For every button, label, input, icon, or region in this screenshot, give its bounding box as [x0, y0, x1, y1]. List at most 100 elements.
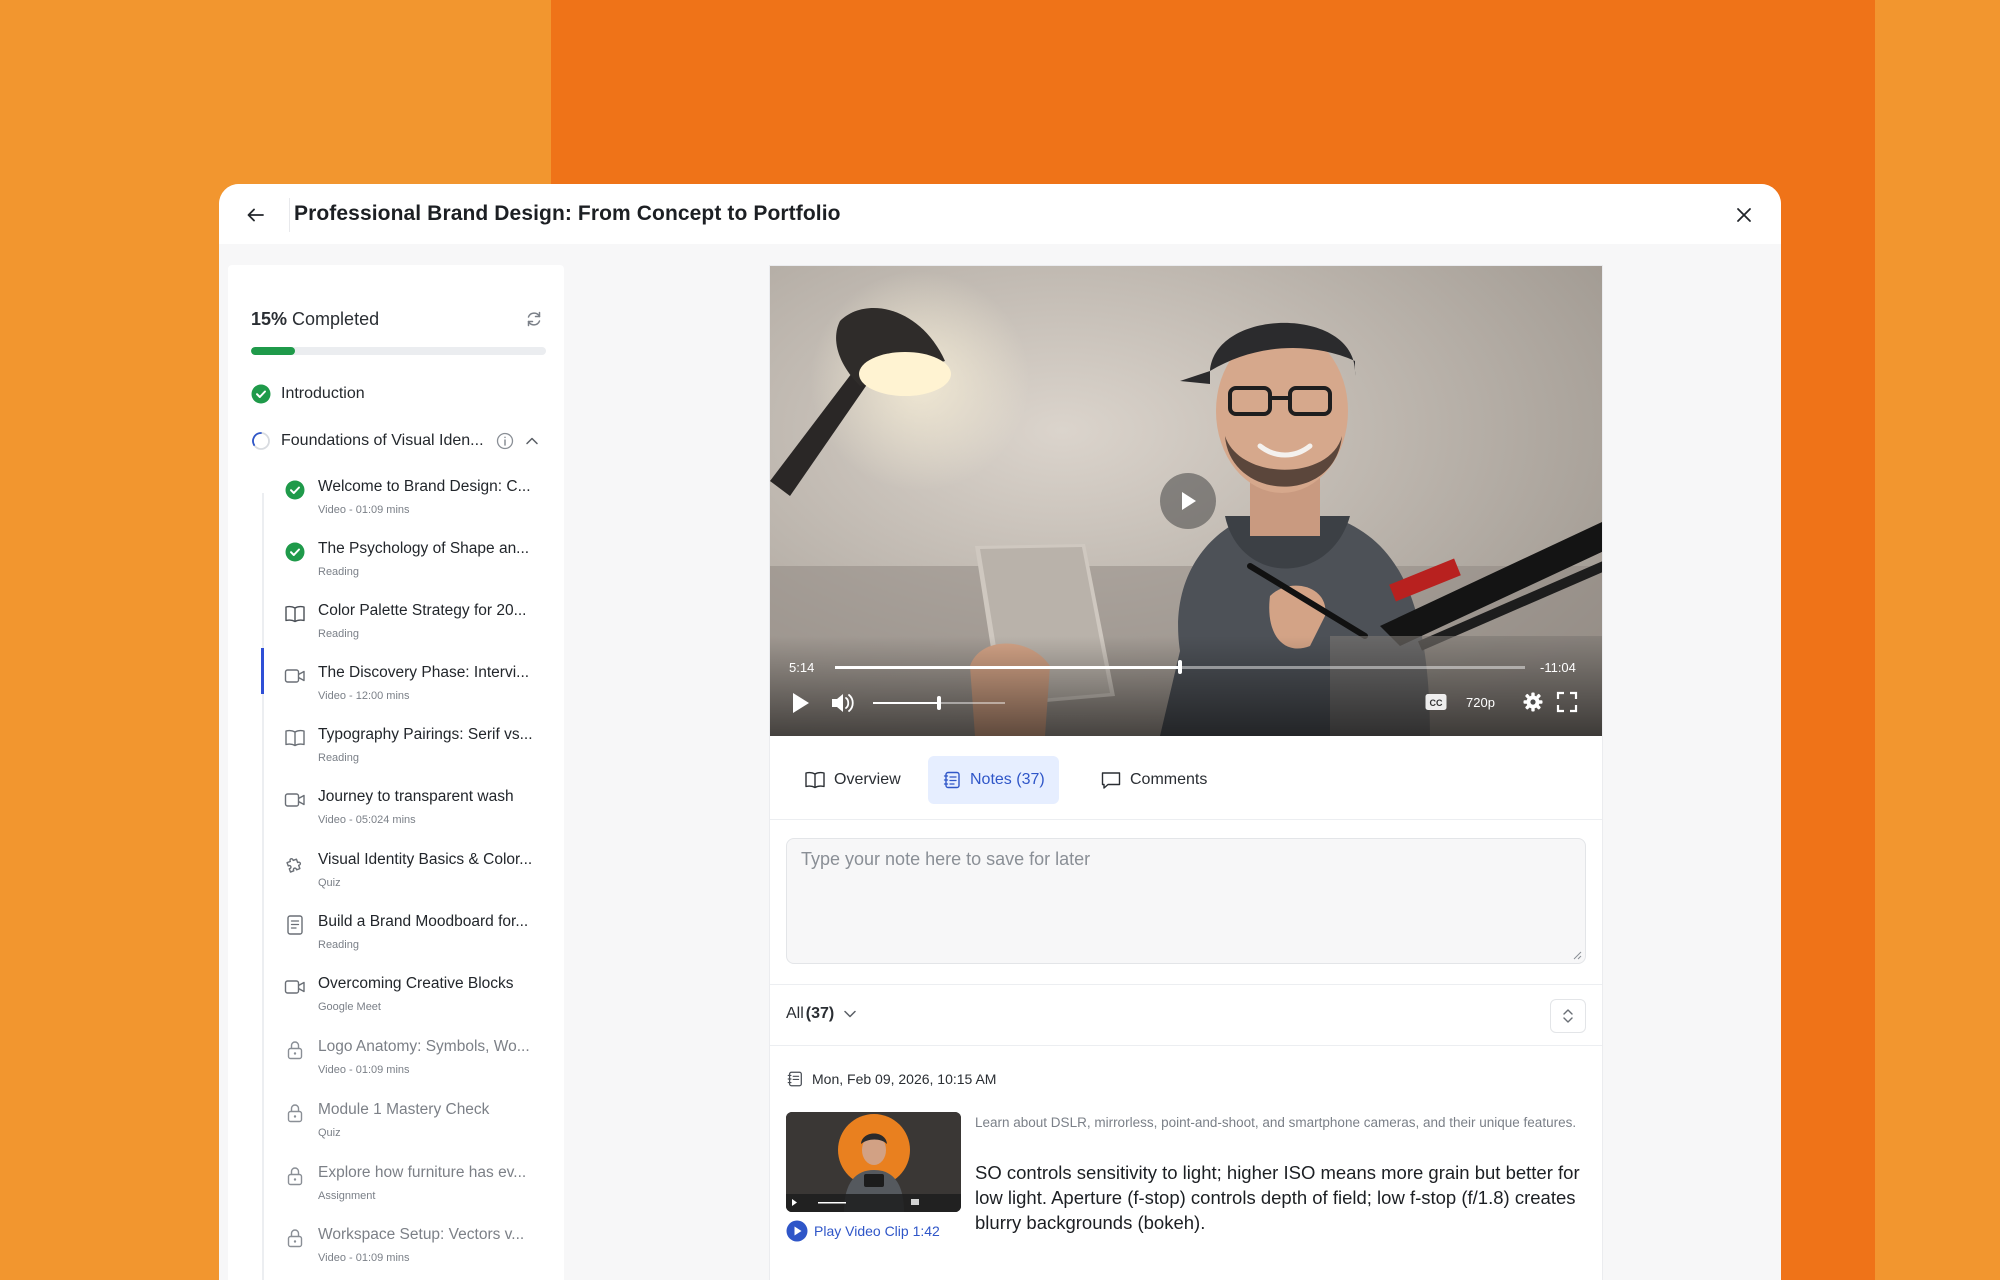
- resize-handle-icon[interactable]: [1572, 950, 1582, 960]
- lesson-meta: Google Meet: [318, 1001, 381, 1013]
- lock-icon: [287, 1229, 303, 1248]
- notes-filter-dropdown[interactable]: All (37): [786, 1005, 858, 1023]
- lesson-item[interactable]: The Psychology of Shape an... Reading: [284, 538, 554, 594]
- chevron-down-icon: [844, 1010, 856, 1018]
- note-video-thumbnail[interactable]: [786, 1112, 961, 1212]
- lesson-meta: Quiz: [318, 1127, 341, 1139]
- lesson-title: Logo Anatomy: Symbols, Wo...: [318, 1038, 530, 1055]
- back-button[interactable]: [241, 200, 271, 230]
- lesson-title: Welcome to Brand Design: C...: [318, 478, 531, 495]
- lesson-item-locked[interactable]: Workspace Setup: Vectors v... Video - 01…: [284, 1224, 554, 1280]
- book-icon: [285, 729, 305, 747]
- section-introduction[interactable]: Introduction: [251, 384, 365, 404]
- lesson-meta: Video - 01:09 mins: [318, 1252, 410, 1264]
- progress-ring-icon: [252, 432, 270, 450]
- page-title: Professional Brand Design: From Concept …: [294, 202, 841, 225]
- lesson-title: Typography Pairings: Serif vs...: [318, 726, 533, 743]
- fullscreen-icon: [1556, 691, 1578, 713]
- tab-notes[interactable]: Notes (37): [928, 756, 1059, 804]
- video-icon: [284, 669, 305, 683]
- lesson-item-locked[interactable]: Module 1 Mastery Check Quiz: [284, 1099, 554, 1155]
- fullscreen-button[interactable]: [1556, 691, 1578, 713]
- section-foundations[interactable]: Foundations of Visual Iden...: [251, 431, 540, 451]
- modal-body: 15% Completed Introduction Foundations o…: [219, 244, 1781, 1280]
- info-icon[interactable]: [496, 432, 514, 450]
- video-controls-gradient: [770, 636, 1602, 736]
- svg-text:CC: CC: [1430, 698, 1443, 708]
- video-play-button[interactable]: [789, 691, 811, 715]
- lock-icon: [287, 1104, 303, 1123]
- lesson-item[interactable]: Welcome to Brand Design: C... Video - 01…: [284, 476, 554, 532]
- video-seek-fill: [835, 666, 1180, 669]
- lesson-title: Overcoming Creative Blocks: [318, 975, 514, 992]
- course-modal: Professional Brand Design: From Concept …: [219, 184, 1781, 1280]
- progress-percent: 15%: [251, 309, 288, 329]
- lesson-title: Module 1 Mastery Check: [318, 1101, 490, 1118]
- clip-link-label: Play Video Clip 1:42: [814, 1223, 940, 1239]
- lesson-title: The Discovery Phase: Intervi...: [318, 664, 530, 681]
- header-divider: [289, 198, 290, 232]
- play-video-clip-link[interactable]: Play Video Clip 1:42: [786, 1220, 940, 1242]
- gear-icon: [1523, 692, 1543, 712]
- video-volume-handle[interactable]: [937, 696, 941, 710]
- progress-bar: [251, 347, 546, 355]
- lesson-item-active[interactable]: Color Palette Strategy for 20... Reading: [284, 600, 554, 656]
- active-lesson-indicator: [261, 648, 264, 694]
- lesson-item-locked[interactable]: Logo Anatomy: Symbols, Wo... Video - 01:…: [284, 1036, 554, 1092]
- progress-bar-fill: [251, 347, 296, 355]
- lesson-title: Explore how furniture has ev...: [318, 1164, 527, 1181]
- lesson-title: Visual Identity Basics & Color...: [318, 851, 533, 868]
- note-input-container: [786, 838, 1586, 964]
- close-icon: [1737, 208, 1751, 222]
- lesson-item[interactable]: The Discovery Phase: Intervi... Video - …: [284, 662, 554, 718]
- lesson-title: Workspace Setup: Vectors v...: [318, 1226, 525, 1243]
- refresh-button[interactable]: [524, 309, 544, 329]
- video-volume-slider[interactable]: [873, 696, 1005, 710]
- play-circle-icon: [786, 1220, 808, 1242]
- play-icon: [1182, 492, 1196, 510]
- lesson-meta: Reading: [318, 939, 359, 951]
- lesson-item-locked[interactable]: Explore how furniture has ev... Assignme…: [284, 1162, 554, 1218]
- lesson-item[interactable]: Overcoming Creative Blocks Google Meet: [284, 973, 554, 1029]
- tab-overview[interactable]: Overview: [790, 756, 915, 804]
- video-seek-bar[interactable]: [835, 660, 1525, 674]
- lesson-title: Journey to transparent wash: [318, 788, 514, 805]
- comment-icon: [1101, 772, 1121, 789]
- video-settings-button[interactable]: [1522, 691, 1544, 713]
- lock-icon: [287, 1041, 303, 1060]
- lesson-meta: Video - 01:09 mins: [318, 504, 410, 516]
- close-button[interactable]: [1729, 200, 1759, 230]
- sort-icon: [1563, 1009, 1573, 1023]
- video-seek-handle[interactable]: [1178, 660, 1182, 674]
- sort-button[interactable]: [1550, 999, 1586, 1033]
- modal-header: Professional Brand Design: From Concept …: [219, 184, 1781, 244]
- progress-completed-text: Completed: [292, 309, 380, 329]
- check-circle-icon: [285, 480, 305, 500]
- note-input[interactable]: [787, 839, 1585, 963]
- note-body-text: SO controls sensitivity to light; higher…: [975, 1162, 1580, 1233]
- lesson-item[interactable]: Build a Brand Moodboard for... Reading: [284, 911, 554, 967]
- chevron-up-icon[interactable]: [524, 433, 540, 449]
- video-player[interactable]: 5:14 -11:04 CC 720p: [770, 266, 1602, 736]
- lesson-meta: Video - 12:00 mins: [318, 690, 410, 702]
- note-timestamp: Mon, Feb 09, 2026, 10:15 AM: [786, 1070, 996, 1088]
- tab-comments[interactable]: Comments: [1086, 756, 1221, 804]
- lesson-title: Color Palette Strategy for 20...: [318, 602, 527, 619]
- video-volume-fill: [873, 702, 939, 704]
- play-icon: [793, 693, 809, 713]
- section-label: Foundations of Visual Iden...: [281, 432, 484, 449]
- filter-label: All: [786, 1005, 804, 1022]
- note-date-text: Mon, Feb 09, 2026, 10:15 AM: [812, 1071, 997, 1087]
- lesson-tree-line: [262, 493, 264, 1280]
- lesson-item[interactable]: Typography Pairings: Serif vs... Reading: [284, 724, 554, 780]
- document-icon: [287, 915, 303, 935]
- video-mute-button[interactable]: [830, 691, 856, 715]
- lesson-title: The Psychology of Shape an...: [318, 540, 530, 557]
- video-icon: [284, 793, 305, 807]
- lesson-item[interactable]: Visual Identity Basics & Color... Quiz: [284, 849, 554, 905]
- video-play-overlay-button[interactable]: [1160, 473, 1216, 529]
- video-quality-selector[interactable]: 720p: [1466, 695, 1495, 710]
- lesson-item[interactable]: Journey to transparent wash Video - 05:0…: [284, 786, 554, 842]
- video-remaining-time: -11:04: [1540, 660, 1576, 675]
- captions-button[interactable]: CC: [1424, 691, 1448, 713]
